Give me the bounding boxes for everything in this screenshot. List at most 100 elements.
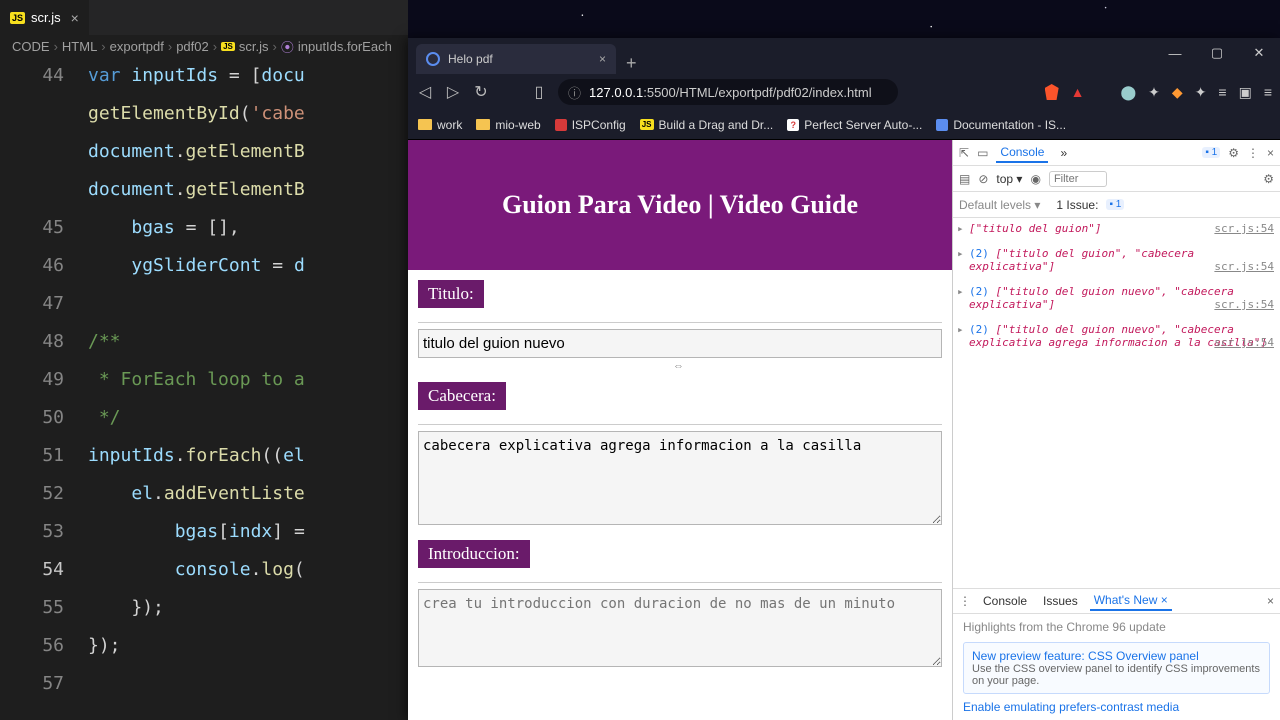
brave-shields-icon[interactable] <box>1045 84 1059 100</box>
bookmark-label: mio-web <box>495 118 540 132</box>
devtools-drawer-tabs: ⋮ Console Issues What's New × × <box>953 588 1280 614</box>
eye-icon[interactable]: ◉ <box>1030 172 1040 186</box>
close-icon[interactable]: × <box>1161 593 1168 607</box>
crumb[interactable]: CODE <box>12 39 50 54</box>
titulo-input[interactable] <box>418 329 942 358</box>
warning-icon[interactable]: ▲ <box>1071 84 1085 100</box>
sidebar-icon[interactable]: ▤ <box>959 172 970 186</box>
menu-icon[interactable]: ≡ <box>1264 84 1272 100</box>
bookmark-server[interactable]: ?Perfect Server Auto-... <box>787 118 922 132</box>
bookmark-label: work <box>437 118 462 132</box>
ext-icon[interactable]: ▣ <box>1239 84 1252 101</box>
minimize-button[interactable]: — <box>1154 38 1196 68</box>
console-log[interactable]: ▸(2) ["titulo del guion nuevo", "cabecer… <box>957 285 1276 311</box>
browser-tabbar: Helo pdf × + — ▢ ✕ <box>408 38 1280 74</box>
page-viewport[interactable]: Guion Para Video | Video Guide Titulo: ⇔… <box>408 140 952 720</box>
tab-label: What's New <box>1094 593 1158 607</box>
log-source[interactable]: scr.js:54 <box>1214 336 1274 349</box>
gear-icon[interactable]: ⚙ <box>1228 146 1239 160</box>
folder-icon <box>476 119 490 130</box>
inspect-icon[interactable]: ⇱ <box>959 146 969 160</box>
kebab-icon[interactable]: ⋮ <box>959 594 971 608</box>
reader-icon[interactable]: ▯ <box>530 82 548 102</box>
levels-select[interactable]: Default levels ▾ <box>959 198 1040 212</box>
console-output[interactable]: ▸["titulo del guion"]scr.js:54 ▸(2) ["ti… <box>953 218 1280 588</box>
whatsnew-panel: Highlights from the Chrome 96 update New… <box>953 614 1280 720</box>
bookmark-label: ISPConfig <box>572 118 626 132</box>
close-icon[interactable]: × <box>71 10 79 26</box>
address-bar[interactable]: ⓘ 127.0.0.1:5500/HTML/exportpdf/pdf02/in… <box>558 79 898 105</box>
crumb[interactable]: scr.js <box>239 39 269 54</box>
log-source[interactable]: scr.js:54 <box>1214 298 1274 311</box>
cabecera-input[interactable] <box>418 431 942 525</box>
bookmark-work[interactable]: work <box>418 118 462 132</box>
console-log[interactable]: ▸(2) ["titulo del guion", "cabecera expl… <box>957 247 1276 273</box>
issues-label: 1 Issue: <box>1056 198 1098 212</box>
introduccion-label: Introduccion: <box>418 540 530 568</box>
introduccion-input[interactable] <box>418 589 942 667</box>
bookmark-label: Documentation - IS... <box>953 118 1066 132</box>
ext-icon[interactable]: ◆ <box>1172 84 1183 101</box>
bookmark-label: Build a Drag and Dr... <box>659 118 774 132</box>
site-info-icon[interactable]: ⓘ <box>568 83 581 102</box>
ext-icon[interactable]: ⬤ <box>1121 84 1137 101</box>
whatsnew-item[interactable]: New preview feature: CSS Overview panel … <box>963 642 1270 694</box>
js-icon: JS <box>221 42 235 51</box>
issue-badge[interactable]: ▪ 1 <box>1202 147 1220 158</box>
ext-icon[interactable]: ≡ <box>1218 84 1226 100</box>
filter-input[interactable] <box>1049 171 1107 187</box>
new-tab-button[interactable]: + <box>616 53 647 74</box>
back-button[interactable]: ◁ <box>416 82 434 102</box>
issue-badge[interactable]: ▪ 1 <box>1106 199 1124 210</box>
whatsnew-heading: Highlights from the Chrome 96 update <box>963 620 1270 634</box>
browser-window: Helo pdf × + — ▢ ✕ ◁ ▷ ↻ ▯ ⓘ 127.0.0.1:5… <box>408 38 1280 720</box>
tab-more[interactable]: » <box>1056 144 1071 162</box>
ext-icon[interactable]: ✦ <box>1148 84 1160 101</box>
devtools-tabs: ⇱ ▭ Console » ▪ 1 ⚙ ⋮ × <box>953 140 1280 166</box>
site-icon: ? <box>787 119 799 131</box>
drawer-issues[interactable]: Issues <box>1039 592 1082 610</box>
close-icon[interactable]: × <box>1267 146 1274 160</box>
extensions-icon[interactable]: ✦ <box>1195 84 1207 101</box>
wn-title: New preview feature: CSS Overview panel <box>972 649 1261 663</box>
devtools-panel: ⇱ ▭ Console » ▪ 1 ⚙ ⋮ × ▤ ⊘ top ▾ ◉ ⚙ De… <box>952 140 1280 720</box>
console-log[interactable]: ▸["titulo del guion"]scr.js:54 <box>957 222 1276 235</box>
context-select[interactable]: top ▾ <box>996 172 1022 186</box>
url-host: 127.0.0.1 <box>589 85 643 100</box>
crumb[interactable]: HTML <box>62 39 97 54</box>
crumb[interactable]: inputIds.forEach <box>298 39 392 54</box>
log-source[interactable]: scr.js:54 <box>1214 260 1274 273</box>
drawer-console[interactable]: Console <box>979 592 1031 610</box>
tab-scr-js[interactable]: JS scr.js × <box>0 0 89 35</box>
clear-icon[interactable]: ⊘ <box>978 172 988 186</box>
url-path: /HTML/exportpdf/pdf02/index.html <box>676 85 872 100</box>
drawer-whatsnew[interactable]: What's New × <box>1090 591 1172 611</box>
bookmark-docs[interactable]: Documentation - IS... <box>936 118 1066 132</box>
crumb[interactable]: pdf02 <box>176 39 209 54</box>
kebab-icon[interactable]: ⋮ <box>1247 146 1259 160</box>
log-count: (2) <box>969 247 989 260</box>
wn-desc: Use the CSS overview panel to identify C… <box>972 663 1261 687</box>
bookmark-ispconfig[interactable]: ISPConfig <box>555 118 626 132</box>
log-text: ["titulo del guion"] <box>969 222 1101 235</box>
site-icon <box>936 119 948 131</box>
crumb[interactable]: exportpdf <box>110 39 164 54</box>
titulo-label: Titulo: <box>418 280 484 308</box>
reload-button[interactable]: ↻ <box>472 82 490 102</box>
resize-handle-icon[interactable]: ⇔ <box>418 360 942 372</box>
bookmark-drag[interactable]: JSBuild a Drag and Dr... <box>640 118 774 132</box>
browser-tab[interactable]: Helo pdf × <box>416 44 616 74</box>
whatsnew-link[interactable]: Enable emulating prefers-contrast media <box>963 700 1270 714</box>
log-count: (2) <box>969 285 989 298</box>
close-icon[interactable]: × <box>599 52 606 66</box>
gear-icon[interactable]: ⚙ <box>1263 172 1274 186</box>
close-icon[interactable]: × <box>1267 594 1274 608</box>
device-icon[interactable]: ▭ <box>977 146 988 160</box>
tab-console[interactable]: Console <box>996 143 1048 163</box>
log-source[interactable]: scr.js:54 <box>1214 222 1274 235</box>
forward-button[interactable]: ▷ <box>444 82 462 102</box>
maximize-button[interactable]: ▢ <box>1196 38 1238 68</box>
close-window-button[interactable]: ✕ <box>1238 38 1280 68</box>
console-log[interactable]: ▸(2) ["titulo del guion nuevo", "cabecer… <box>957 323 1276 349</box>
bookmark-mio-web[interactable]: mio-web <box>476 118 540 132</box>
